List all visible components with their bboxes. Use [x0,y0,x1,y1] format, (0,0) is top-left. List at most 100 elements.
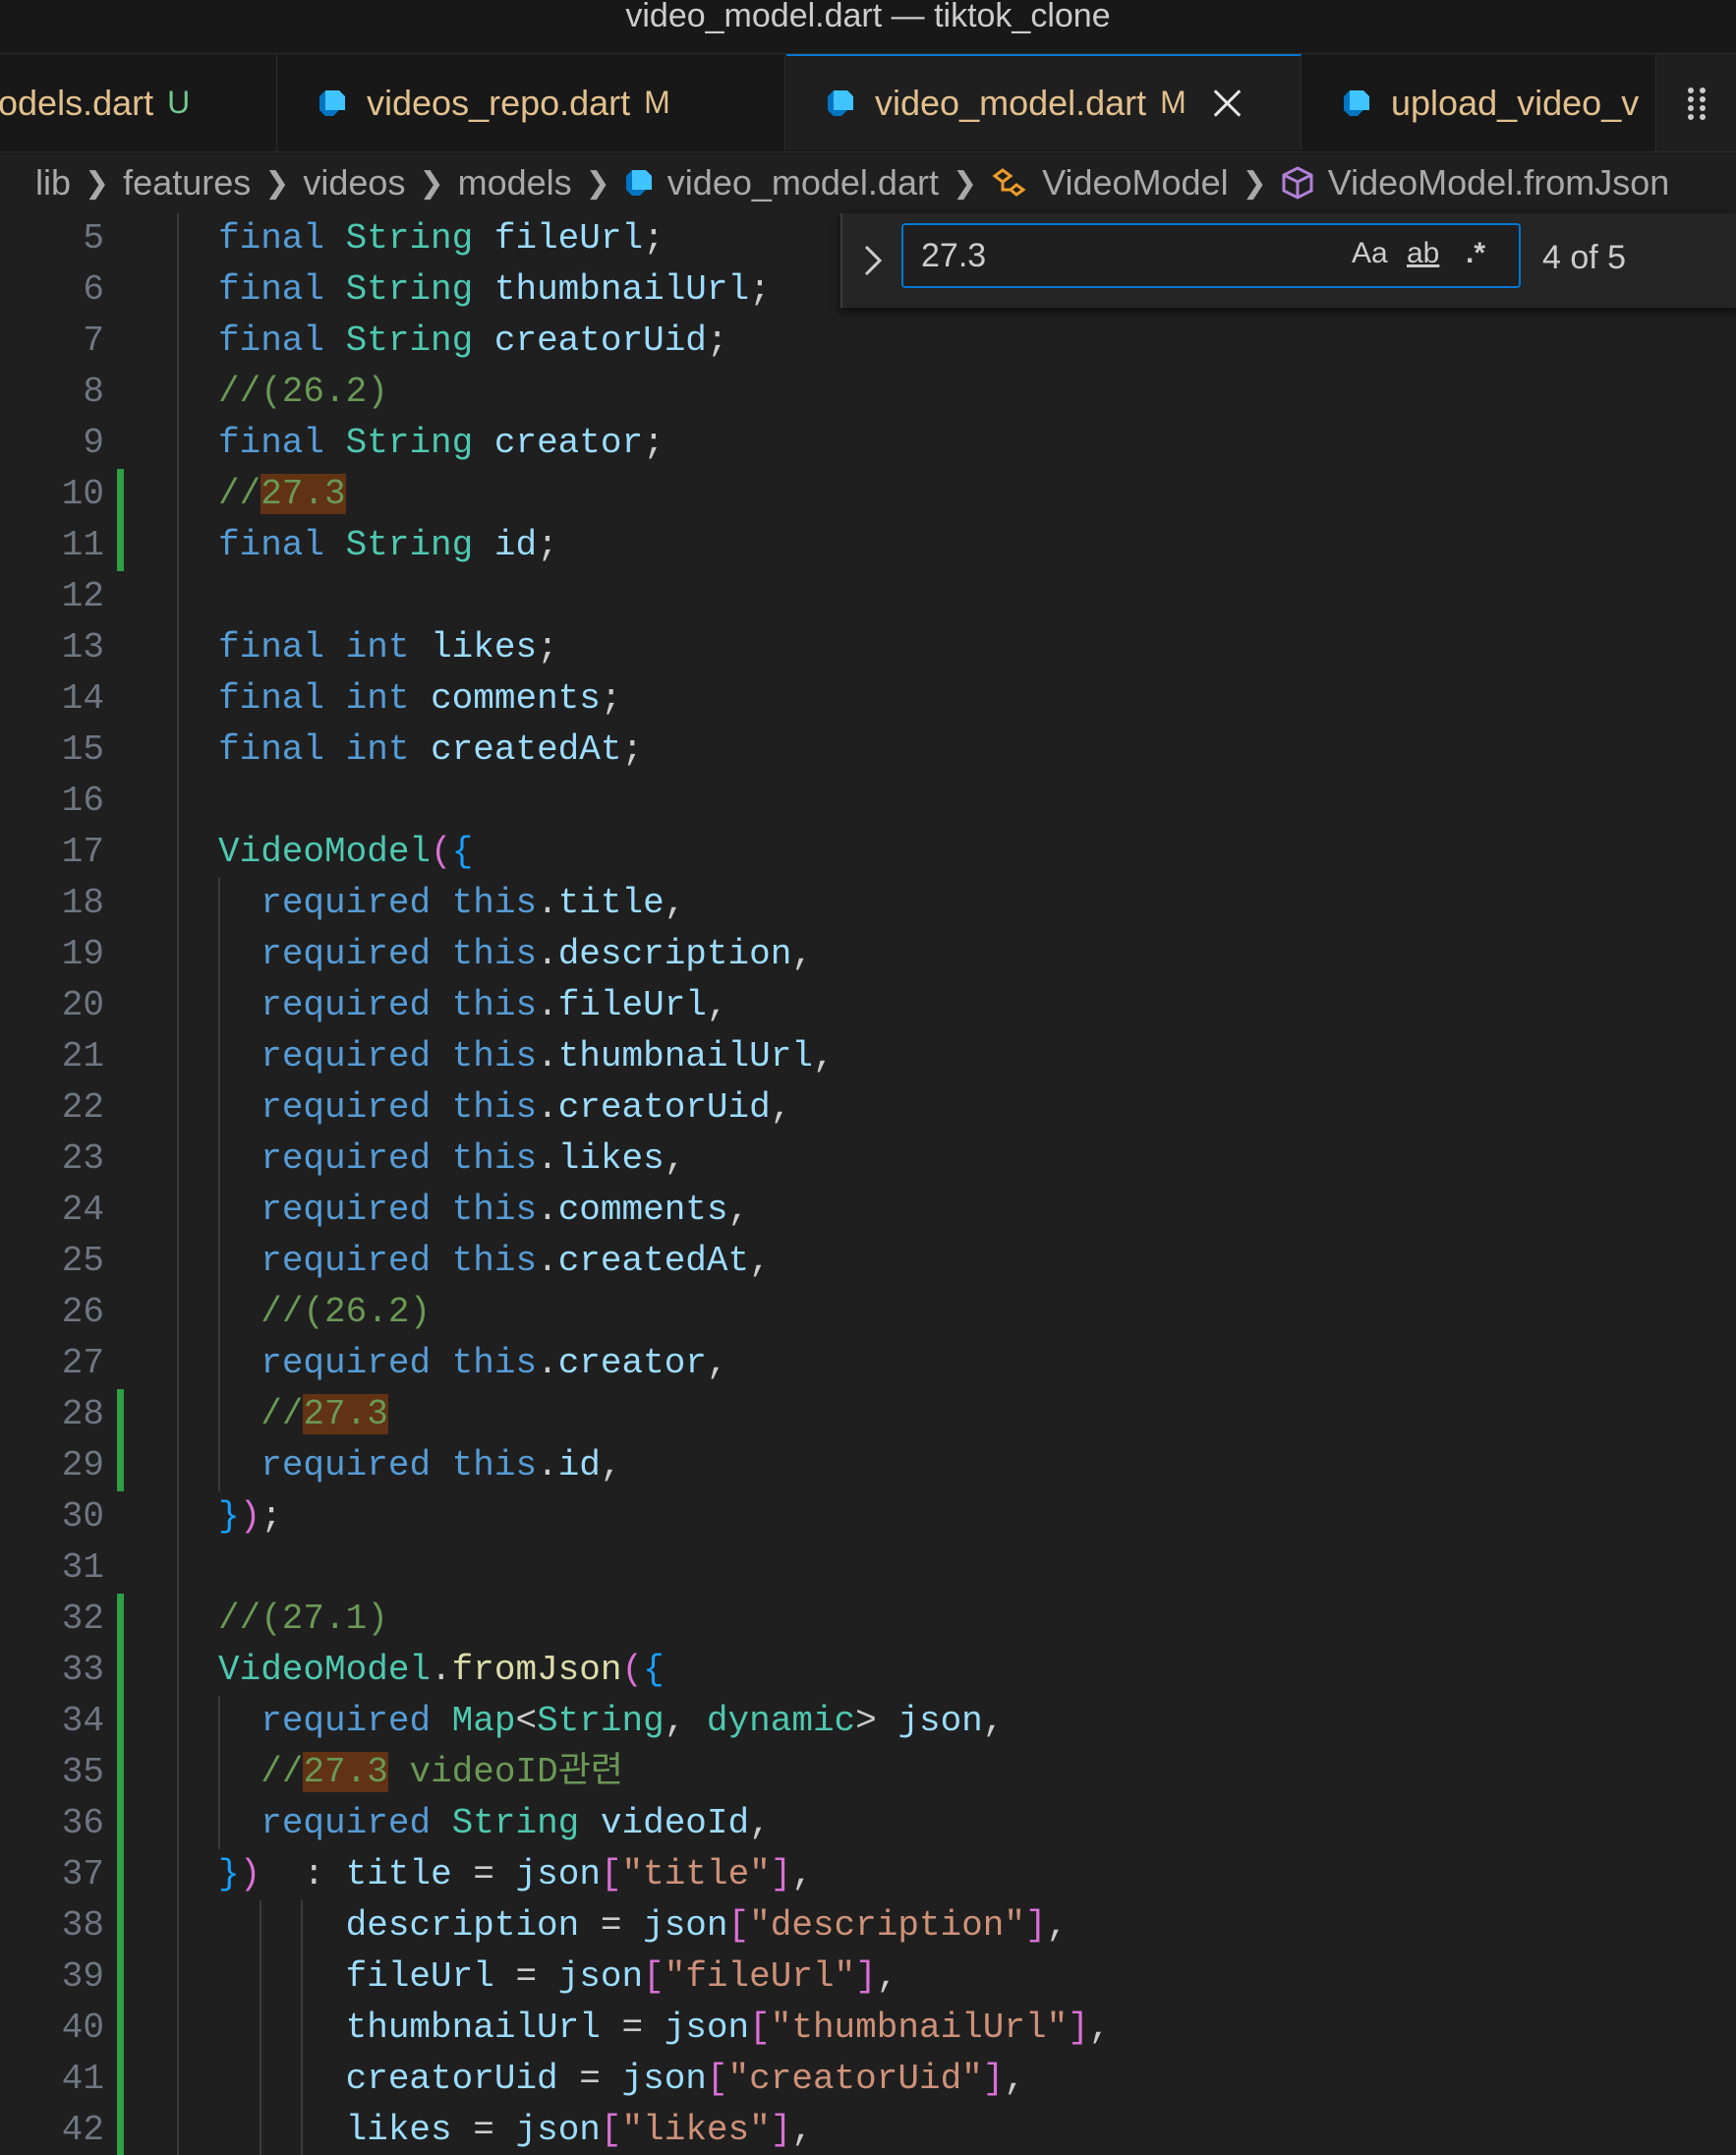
code-line[interactable]: final int comments; [218,673,622,725]
breadcrumb: lib ❯ features ❯ videos ❯ models ❯ video… [0,152,1736,213]
code-line[interactable]: required this.fileUrl, [218,980,727,1031]
code-line[interactable]: final int createdAt; [218,725,643,776]
modified-line-marker[interactable] [117,2054,124,2105]
code-line[interactable]: //(26.2) [218,367,388,418]
tab-models-dart[interactable]: odels.dart U [0,54,277,151]
dart-file-icon [319,89,345,116]
indent-guide [301,1900,303,2155]
modified-line-marker[interactable] [117,1594,124,1645]
code-line[interactable]: thumbnailUrl = json["thumbnailUrl"], [218,2003,1111,2054]
line-number: 29 [61,1445,104,1485]
find-match-count: 4 of 5 [1542,239,1627,276]
code-line[interactable]: description = json["description"], [218,1900,1069,1951]
code-line[interactable]: required String videoId, [218,1798,771,1849]
code-line[interactable]: final String thumbnailUrl; [218,264,771,316]
modified-line-marker[interactable] [117,1389,124,1440]
code-line[interactable]: }); [218,1491,282,1543]
code-line[interactable]: required Map<String, dynamic> json, [218,1696,1004,1747]
line-number: 5 [83,218,104,259]
modified-line-marker[interactable] [117,469,124,520]
line-number: 38 [61,1905,104,1946]
regex-toggle[interactable]: .* [1466,237,1485,270]
code-line[interactable]: required this.createdAt, [218,1236,771,1287]
breadcrumb-item-videos[interactable]: videos [303,162,405,204]
code-line[interactable]: required this.creator, [218,1338,727,1389]
method-symbol-icon [1282,166,1313,200]
code-line[interactable]: VideoModel({ [218,827,473,878]
modified-line-marker[interactable] [117,2003,124,2054]
modified-line-marker[interactable] [117,1440,124,1491]
breadcrumb-item-models[interactable]: models [458,162,572,204]
title-bar: video_model.dart — tiktok_clone [0,0,1736,54]
tab-overflow-button[interactable] [1655,54,1736,151]
code-line[interactable]: required this.thumbnailUrl, [218,1031,834,1082]
modified-line-marker[interactable] [117,1951,124,2003]
code-line[interactable]: required this.likes, [218,1134,685,1185]
modified-line-marker[interactable] [117,1900,124,1951]
line-number: 11 [61,525,104,565]
breadcrumb-item-method[interactable]: VideoModel.fromJson [1328,162,1670,204]
code-line[interactable]: likes = json["likes"], [218,2105,813,2155]
line-number: 22 [61,1087,104,1128]
chevron-right-icon[interactable] [858,241,888,280]
match-case-toggle[interactable]: Aa [1352,237,1388,270]
indent-guide [260,1900,261,2155]
tab-label: upload_video_v [1391,82,1640,123]
code-line[interactable]: creatorUid = json["creatorUid"], [218,2054,1025,2105]
code-line[interactable]: required this.description, [218,929,813,980]
line-number: 35 [61,1752,104,1792]
breadcrumb-item-class[interactable]: VideoModel [1042,162,1228,204]
code-line[interactable]: fileUrl = json["fileUrl"], [218,1951,898,2003]
modified-line-marker[interactable] [117,520,124,571]
tab-videos-repo[interactable]: videos_repo.dart M [278,54,785,151]
tab-upload-video-view-model[interactable]: upload_video_v [1302,54,1656,151]
code-line[interactable]: final String id; [218,520,558,571]
line-number: 7 [83,320,104,361]
modified-line-marker[interactable] [117,1645,124,1696]
class-symbol-icon [992,168,1026,197]
line-number: 25 [61,1241,104,1281]
line-number: 17 [61,832,104,872]
tab-bar: odels.dart U videos_repo.dart M video_mo… [0,54,1736,152]
modified-line-marker[interactable] [117,1849,124,1900]
line-number: 23 [61,1138,104,1179]
code-line[interactable]: //27.3 [218,469,346,520]
tab-video-model[interactable]: video_model.dart M [786,54,1302,149]
code-line[interactable]: required this.comments, [218,1185,749,1236]
code-line[interactable]: required this.id, [218,1440,621,1491]
breadcrumb-item-file[interactable]: video_model.dart [667,162,939,204]
code-line[interactable]: final int likes; [218,622,558,673]
line-number: 31 [61,1547,104,1588]
modified-line-marker[interactable] [117,1798,124,1849]
code-line[interactable]: required this.title, [218,878,685,929]
breadcrumb-item-features[interactable]: features [123,162,251,204]
close-icon[interactable] [1212,88,1242,118]
code-line[interactable]: }) : title = json["title"], [218,1849,813,1900]
chevron-right-icon: ❯ [1242,166,1267,200]
breadcrumb-item-lib[interactable]: lib [35,162,71,204]
code-line[interactable]: final String creatorUid; [218,316,728,367]
code-editor[interactable]: 5 6 7 8 9 10 11 12 13 14 15 16 17 18 19 20 21 22 23 24 25 26 2… [0,213,1736,2155]
line-number: 39 [61,1956,104,1997]
line-number: 41 [61,2059,104,2099]
code-line[interactable]: required this.creatorUid, [218,1082,791,1134]
code-line[interactable]: VideoModel.fromJson({ [218,1645,665,1696]
modified-line-marker[interactable] [117,1747,124,1798]
tab-label: odels.dart [0,82,154,123]
chevron-right-icon: ❯ [419,166,444,200]
modified-line-marker[interactable] [117,1696,124,1747]
line-number: 32 [61,1599,104,1639]
code-line[interactable]: //(26.2) [218,1287,431,1338]
code-line[interactable]: final String creator; [218,418,665,469]
line-number: 15 [61,729,104,770]
code-line[interactable]: //27.3 videoID관련 [218,1747,623,1798]
search-match: 27.3 [303,1752,388,1792]
modified-line-marker[interactable] [117,2105,124,2155]
line-number: 8 [83,372,104,412]
dart-file-icon [1344,89,1369,116]
code-line[interactable]: //27.3 [218,1389,388,1440]
whole-word-toggle[interactable]: ab [1407,237,1439,270]
dart-file-icon [828,89,853,116]
code-line[interactable]: //(27.1) [218,1594,388,1645]
code-line[interactable]: final String fileUrl; [218,213,665,264]
